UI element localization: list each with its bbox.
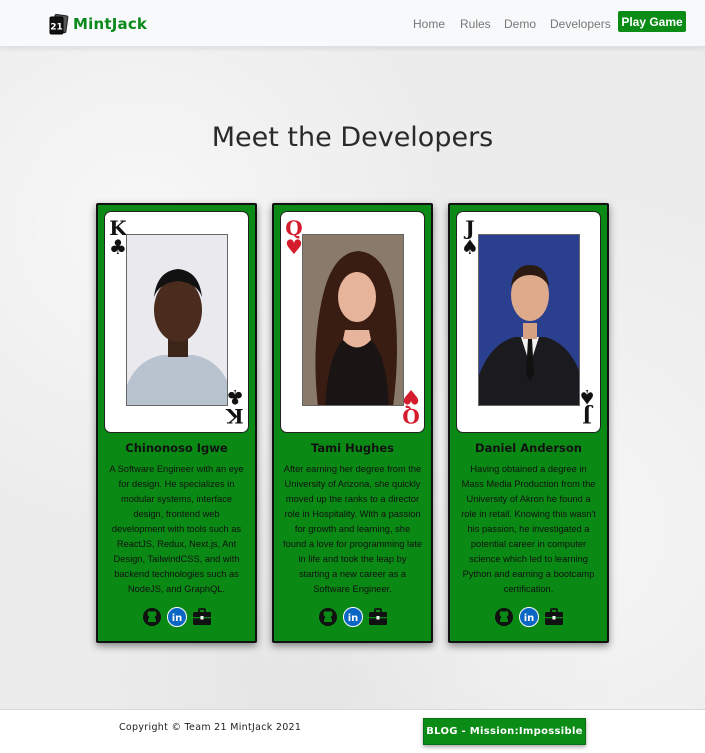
briefcase-icon[interactable] bbox=[544, 607, 564, 627]
svg-text:in: in bbox=[171, 613, 182, 624]
nav-link-rules[interactable]: Rules bbox=[460, 17, 491, 31]
page-title: Meet the Developers bbox=[211, 122, 494, 153]
playing-card-frame: Q ♥ Q ♥ bbox=[280, 211, 425, 433]
copyright-text: Copyright © Team 21 MintJack 2021 bbox=[119, 722, 302, 733]
spade-icon: ♠ bbox=[578, 385, 596, 409]
nav-link-demo[interactable]: Demo bbox=[504, 17, 536, 31]
svg-text:in: in bbox=[347, 613, 358, 624]
play-game-button[interactable]: Play Game bbox=[618, 11, 686, 32]
social-links: in bbox=[274, 607, 431, 629]
github-icon[interactable] bbox=[142, 607, 162, 627]
developer-photo bbox=[478, 234, 580, 406]
developer-name: Tami Hughes bbox=[311, 441, 394, 455]
card-rank-top: J ♠ bbox=[461, 216, 479, 259]
nav-link-home[interactable]: Home bbox=[413, 17, 445, 31]
card-rank-bottom: Q ♥ bbox=[402, 385, 420, 428]
card-rank-top: K ♣ bbox=[109, 216, 127, 259]
blog-button[interactable]: BLOG - Mission:Impossible bbox=[423, 718, 586, 745]
briefcase-icon[interactable] bbox=[368, 607, 388, 627]
playing-card-frame: K ♣ K ♣ bbox=[104, 211, 249, 433]
heart-icon: ♥ bbox=[402, 385, 420, 409]
briefcase-icon[interactable] bbox=[192, 607, 212, 627]
nav-links: Home Rules Demo Developers bbox=[0, 17, 705, 33]
linkedin-icon[interactable]: in bbox=[518, 607, 539, 627]
navbar: 21 MintJack Home Rules Demo Developers P… bbox=[0, 0, 705, 47]
developer-card-chinonoso: K ♣ K ♣ Chinonoso Igwe A Software Engine… bbox=[96, 203, 257, 643]
club-icon: ♣ bbox=[226, 385, 244, 409]
developer-bio: A Software Engineer with an eye for desi… bbox=[109, 464, 244, 594]
club-icon: ♣ bbox=[109, 235, 127, 259]
card-rank-bottom: K ♣ bbox=[226, 385, 244, 428]
developer-bio: After earning her degree from the Univer… bbox=[282, 464, 422, 594]
github-icon[interactable] bbox=[318, 607, 338, 627]
developer-photo bbox=[126, 234, 228, 406]
github-icon[interactable] bbox=[494, 607, 514, 627]
developer-bio: Having obtained a degree in Mass Media P… bbox=[461, 464, 596, 594]
heart-icon: ♥ bbox=[285, 235, 303, 259]
developer-name: Chinonoso Igwe bbox=[125, 441, 228, 455]
card-rank-bottom: J ♠ bbox=[578, 385, 596, 428]
nav-link-developers[interactable]: Developers bbox=[550, 17, 611, 31]
social-links: in bbox=[98, 607, 255, 629]
developer-name: Daniel Anderson bbox=[475, 441, 582, 455]
spade-icon: ♠ bbox=[461, 235, 479, 259]
linkedin-icon[interactable]: in bbox=[166, 607, 187, 627]
linkedin-icon[interactable]: in bbox=[342, 607, 363, 627]
developer-photo bbox=[302, 234, 404, 406]
svg-text:in: in bbox=[523, 613, 534, 624]
social-links: in bbox=[450, 607, 607, 629]
developer-card-tami: Q ♥ Q ♥ Tami Hughes After earning her de… bbox=[272, 203, 433, 643]
card-rank-top: Q ♥ bbox=[285, 216, 303, 259]
developer-card-daniel: J ♠ J ♠ Daniel Anderson Having obtained … bbox=[448, 203, 609, 643]
playing-card-frame: J ♠ J ♠ bbox=[456, 211, 601, 433]
footer: Copyright © Team 21 MintJack 2021 BLOG -… bbox=[0, 709, 705, 753]
